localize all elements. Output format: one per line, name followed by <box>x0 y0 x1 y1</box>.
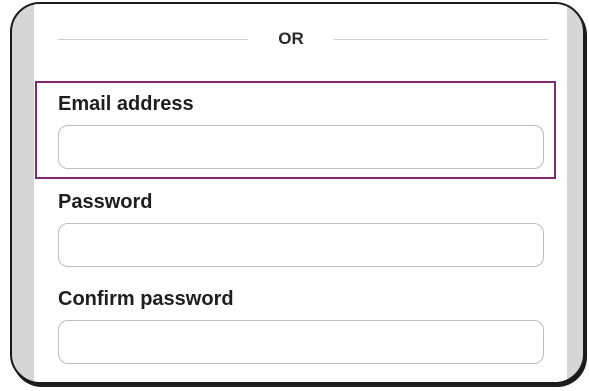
email-input[interactable] <box>58 125 544 169</box>
password-field-group: Password <box>58 190 548 267</box>
password-input[interactable] <box>58 223 544 267</box>
confirm-password-input[interactable] <box>58 320 544 364</box>
divider-line-left <box>58 39 248 40</box>
email-label: Email address <box>58 93 194 115</box>
email-field-group: Email address <box>58 92 548 169</box>
or-divider: OR <box>58 28 548 50</box>
password-label: Password <box>58 191 153 213</box>
confirm-password-label: Confirm password <box>58 288 234 310</box>
confirm-password-field-group: Confirm password <box>58 287 548 364</box>
signup-form-card: OR Email address Password Confirm passwo… <box>34 4 567 382</box>
device-frame: OR Email address Password Confirm passwo… <box>10 2 585 384</box>
divider-line-right <box>334 39 548 40</box>
or-divider-text: OR <box>278 29 304 48</box>
